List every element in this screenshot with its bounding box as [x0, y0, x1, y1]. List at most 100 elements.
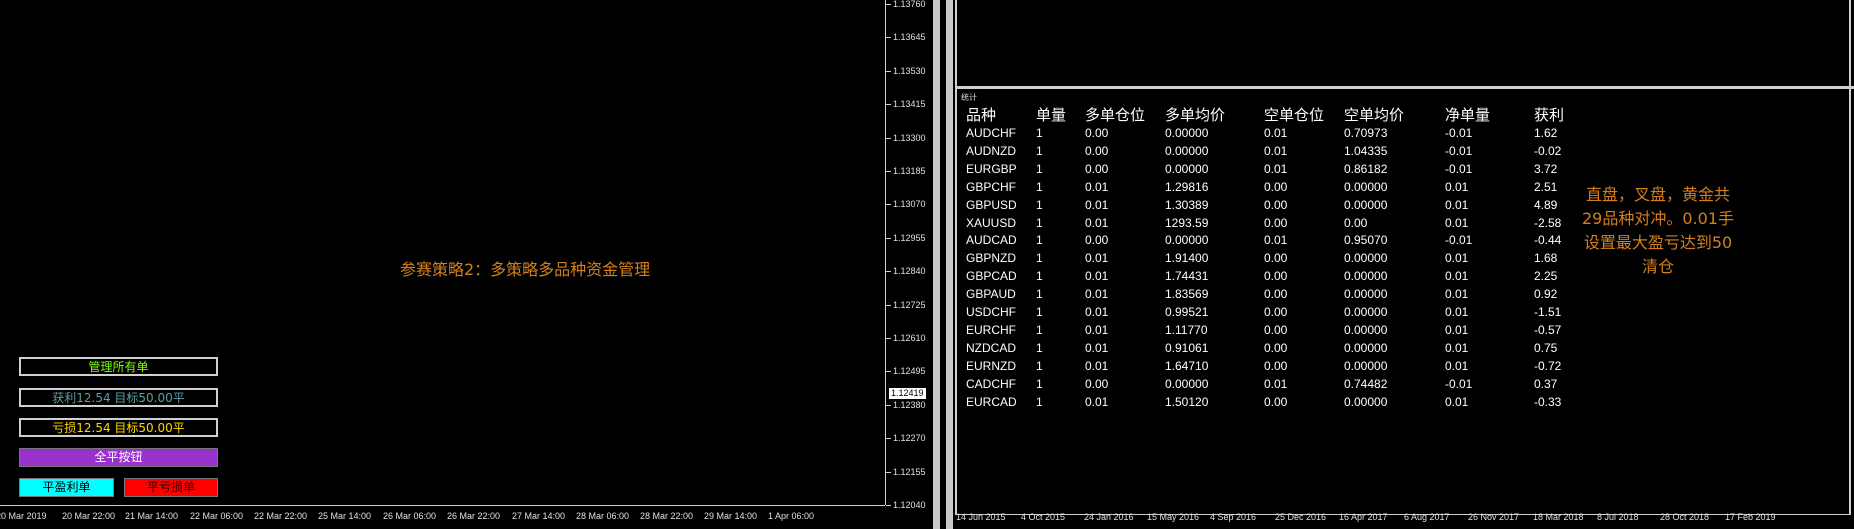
note-line: 清仓	[1641, 257, 1674, 276]
cell-long-lots: 0.01	[1085, 322, 1109, 337]
cell-symbol: EURCHF	[966, 322, 1016, 337]
price-tick	[886, 138, 891, 139]
price-label: 1.13415	[893, 99, 926, 109]
table-row: EURNZD 1 0.01 1.64710 0.00 0.00000 0.01 -0.72	[966, 358, 1594, 376]
time-label: 8 Jul 2018	[1597, 512, 1639, 522]
cell-net-lots: -0.01	[1445, 126, 1473, 140]
time-label: 25 Mar 14:00	[318, 511, 372, 521]
cell-order-count: 1	[1036, 215, 1043, 230]
cell-order-count: 1	[1036, 269, 1043, 284]
time-label: 18 Mar 2018	[1533, 512, 1584, 522]
header-profit: 获利	[1534, 106, 1565, 124]
cell-order-count: 1	[1036, 394, 1043, 409]
time-label: 21 Mar 14:00	[125, 511, 179, 521]
cell-short-lots: 0.00	[1264, 340, 1288, 355]
cell-long-lots: 0.01	[1085, 340, 1109, 355]
loss-target-button[interactable]: 亏损12.54 目标50.00平	[19, 418, 218, 437]
cell-net-lots: 0.01	[1445, 215, 1469, 230]
price-label: 1.13760	[893, 0, 926, 9]
cell-long-avg-price: 1.74431	[1165, 269, 1209, 284]
cell-long-avg-price: 0.00000	[1165, 376, 1209, 391]
time-label: 16 Apr 2017	[1339, 512, 1388, 522]
cell-short-avg-price: 1.04335	[1344, 143, 1388, 158]
cell-profit: -0.72	[1534, 358, 1562, 373]
current-price-tag: 1.12419	[889, 388, 926, 399]
price-tick	[886, 37, 891, 38]
price-label: 1.12610	[893, 333, 926, 343]
close-loss-orders-button[interactable]: 平亏损单	[124, 478, 218, 497]
cell-short-avg-price: 0.70973	[1344, 126, 1388, 140]
cell-long-avg-price: 0.00000	[1165, 233, 1209, 248]
cell-long-lots: 0.00	[1085, 143, 1109, 158]
price-label: 1.12155	[893, 467, 926, 477]
cell-symbol: AUDCHF	[966, 126, 1016, 140]
price-label: 1.12725	[893, 300, 926, 310]
cell-short-avg-price: 0.00000	[1344, 269, 1388, 284]
cell-profit: -0.57	[1534, 322, 1562, 337]
price-label: 1.13185	[893, 166, 926, 176]
cell-short-avg-price: 0.00000	[1344, 358, 1388, 373]
cell-long-avg-price: 1.91400	[1165, 251, 1209, 266]
cell-order-count: 1	[1036, 376, 1043, 391]
header-short-lots: 空单仓位	[1264, 106, 1325, 124]
cell-long-avg-price: 1.50120	[1165, 394, 1209, 409]
cell-short-avg-price: 0.95070	[1344, 233, 1388, 248]
cell-symbol: EURCAD	[966, 394, 1017, 409]
splitter-gap	[940, 0, 946, 529]
close-profit-orders-button[interactable]: 平盈利单	[19, 478, 114, 497]
price-tick	[886, 338, 891, 339]
header-long-avg-price: 多单均价	[1165, 106, 1226, 124]
strategy-title: 参赛策略2：多策略多品种资金管理	[400, 260, 651, 279]
profit-target-button[interactable]: 获利12.54 目标50.00平	[19, 388, 218, 407]
strategy-note: 直盘，叉盘，黄金共 29品种对冲。0.01手 设置最大盈亏达到50 清仓	[1578, 183, 1738, 279]
price-label: 1.13645	[893, 32, 926, 42]
cell-net-lots: 0.01	[1445, 287, 1469, 302]
time-label: 20 Mar 22:00	[62, 511, 116, 521]
chart-border-right	[1849, 0, 1851, 514]
cell-long-lots: 0.00	[1085, 233, 1109, 248]
time-label: 27 Mar 14:00	[512, 511, 566, 521]
note-line: 29品种对冲。0.01手	[1582, 209, 1734, 228]
manage-all-orders-button[interactable]: 管理所有单	[19, 357, 218, 376]
header-long-lots: 多单仓位	[1085, 106, 1146, 124]
cell-net-lots: 0.01	[1445, 179, 1469, 194]
cell-long-avg-price: 0.00000	[1165, 143, 1209, 158]
cell-long-avg-price: 1.83569	[1165, 287, 1209, 302]
cell-long-lots: 0.00	[1085, 126, 1109, 140]
time-label: 29 Mar 14:00	[704, 511, 758, 521]
cell-long-lots: 0.01	[1085, 394, 1109, 409]
cell-order-count: 1	[1036, 143, 1043, 158]
cell-order-count: 1	[1036, 287, 1043, 302]
cell-long-avg-price: 1.29816	[1165, 179, 1209, 194]
time-label: 22 Mar 06:00	[190, 511, 244, 521]
cell-profit: -1.51	[1534, 305, 1562, 320]
table-row: XAUUSD 1 0.01 1293.59 0.00 0.00 0.01 -2.58	[966, 215, 1594, 233]
cell-short-avg-price: 0.00000	[1344, 340, 1388, 355]
time-label: 4 Sep 2016	[1210, 512, 1257, 522]
time-label: 6 Aug 2017	[1404, 512, 1450, 522]
price-label: 1.12495	[893, 366, 926, 376]
right-top-subwindow[interactable]	[955, 0, 1853, 86]
price-label: 1.12380	[893, 400, 926, 410]
subwindow-splitter[interactable]	[955, 86, 1854, 89]
time-label: 26 Mar 22:00	[447, 511, 501, 521]
cell-long-lots: 0.00	[1085, 161, 1109, 176]
cell-long-lots: 0.01	[1085, 215, 1109, 230]
table-header-row: 品种 单量 多单仓位 多单均价 空单仓位 空单均价 净单量 获利	[966, 104, 1594, 125]
price-tick	[886, 371, 891, 372]
cell-short-lots: 0.00	[1264, 197, 1288, 212]
cell-short-avg-price: 0.00000	[1344, 197, 1388, 212]
cell-symbol: GBPUSD	[966, 197, 1017, 212]
cell-short-lots: 0.00	[1264, 251, 1288, 266]
cell-short-lots: 0.01	[1264, 161, 1288, 176]
time-label: 28 Mar 06:00	[576, 511, 630, 521]
close-all-button[interactable]: 全平按钮	[19, 448, 218, 467]
cell-short-lots: 0.01	[1264, 233, 1288, 248]
cell-long-avg-price: 0.00000	[1165, 161, 1209, 176]
cell-long-avg-price: 1293.59	[1165, 215, 1209, 230]
time-label: 1 Apr 06:00	[768, 511, 815, 521]
price-label: 1.12840	[893, 266, 926, 276]
cell-net-lots: -0.01	[1445, 233, 1473, 248]
cell-short-lots: 0.00	[1264, 215, 1288, 230]
cell-long-lots: 0.00	[1085, 376, 1109, 391]
